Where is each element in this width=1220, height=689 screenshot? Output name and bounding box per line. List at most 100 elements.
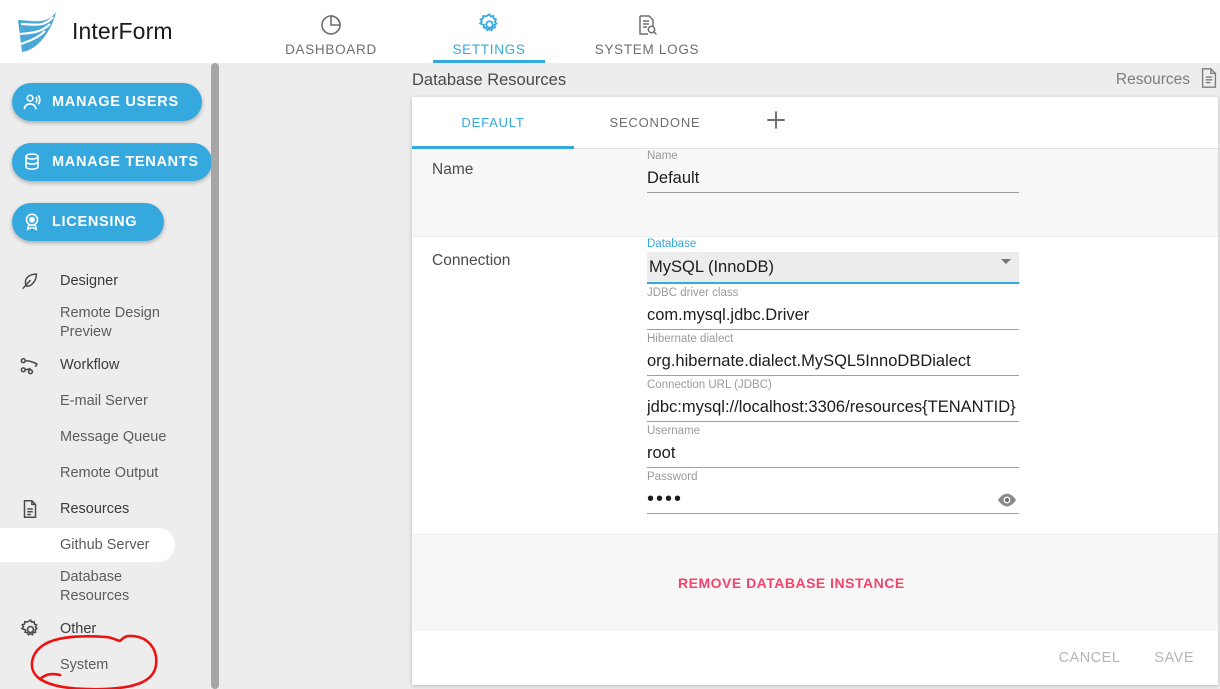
field-jdbc-driver-class[interactable]: JDBC driver class com.mysql.jdbc.Driver	[647, 286, 1019, 330]
gear-icon	[477, 11, 502, 39]
section-name-fields: Name Default	[647, 149, 1019, 236]
sidebar-item-database-resources-label: Database Resources	[60, 569, 130, 604]
sidebar-item-other-label: Other	[60, 621, 97, 637]
sidebar-item-workflow-label: Workflow	[60, 357, 120, 373]
app-root: InterForm DASHBOARD SETTINGS SYSTEM LOGS…	[0, 0, 1220, 689]
field-hibernate-dialect-value[interactable]: org.hibernate.dialect.MySQL5InnoDBDialec…	[647, 347, 1019, 375]
sidebar-item-github-server[interactable]: Github Server	[0, 527, 220, 563]
sidebar-item-workflow[interactable]: Workflow	[0, 347, 220, 383]
page-icon	[0, 498, 60, 520]
sidebar-nav-list: Designer Remote Design Preview Workflow …	[0, 263, 220, 683]
field-password[interactable]: Password ••••	[647, 470, 1019, 514]
tab-settings-label: SETTINGS	[452, 41, 526, 57]
add-tab-button[interactable]	[736, 97, 816, 148]
section-name-label: Name	[432, 161, 474, 178]
remove-database-instance-button[interactable]: REMOVE DATABASE INSTANCE	[678, 575, 905, 591]
licensing-label: LICENSING	[52, 214, 138, 230]
section-connection-fields: Database MySQL (InnoDB) JDBC driver clas…	[647, 237, 1019, 534]
card-footer: CANCEL SAVE	[412, 631, 1218, 684]
brand: InterForm	[12, 8, 252, 56]
field-database[interactable]: Database MySQL (InnoDB)	[647, 237, 1019, 284]
save-button[interactable]: SAVE	[1154, 650, 1194, 666]
card-tab-secondone-label: SECONDONE	[609, 115, 701, 130]
field-name[interactable]: Name Default	[647, 149, 1019, 193]
workflow-icon	[0, 354, 60, 377]
sidebar-item-other[interactable]: Other	[0, 611, 220, 647]
sidebar-item-email-server-label: E-mail Server	[60, 393, 148, 409]
card-tab-default-label: DEFAULT	[461, 115, 525, 130]
section-name: Name Name Default	[412, 149, 1218, 237]
sidebar-item-system[interactable]: System	[0, 647, 220, 683]
field-password-underline	[647, 513, 1019, 514]
chevron-down-icon[interactable]	[1001, 259, 1011, 264]
gear-icon	[0, 618, 60, 641]
section-connection-label: Connection	[432, 252, 511, 269]
sidebar: MANAGE USERS MANAGE TENANTS LICENSING De…	[0, 63, 220, 689]
licensing-button[interactable]: LICENSING	[12, 203, 164, 241]
tab-dashboard-label: DASHBOARD	[285, 41, 377, 57]
sidebar-action-buttons: MANAGE USERS MANAGE TENANTS LICENSING	[0, 63, 220, 241]
tab-dashboard[interactable]: DASHBOARD	[252, 0, 410, 63]
sidebar-item-message-queue[interactable]: Message Queue	[0, 419, 220, 455]
manage-tenants-label: MANAGE TENANTS	[52, 154, 199, 170]
remove-zone: REMOVE DATABASE INSTANCE	[412, 534, 1218, 631]
card-tab-default[interactable]: DEFAULT	[412, 97, 574, 149]
field-database-label: Database	[647, 238, 697, 250]
eye-icon[interactable]	[995, 488, 1019, 517]
field-username-underline	[647, 467, 1019, 468]
top-nav-tabs: DASHBOARD SETTINGS SYSTEM LOGS	[252, 0, 726, 63]
field-connection-url-value[interactable]: jdbc:mysql://localhost:3306/resources{TE…	[647, 393, 1019, 421]
card-tab-bar: DEFAULT SECONDONE	[412, 97, 1218, 149]
sidebar-scrollbar[interactable]	[211, 63, 219, 689]
cancel-button[interactable]: CANCEL	[1059, 650, 1121, 666]
field-database-underline	[647, 282, 1019, 284]
field-hibernate-dialect[interactable]: Hibernate dialect org.hibernate.dialect.…	[647, 332, 1019, 376]
sidebar-item-system-label: System	[60, 657, 109, 673]
tab-system-logs[interactable]: SYSTEM LOGS	[568, 0, 726, 63]
field-password-label: Password	[647, 471, 698, 483]
main-content: Database Resources Resources DEFAULT SEC…	[220, 63, 1220, 689]
sidebar-item-email-server[interactable]: E-mail Server	[0, 383, 220, 419]
section-connection: Connection Database MySQL (InnoDB) JDBC …	[412, 237, 1218, 534]
database-resources-card: DEFAULT SECONDONE Name Name Default Conn…	[412, 97, 1218, 685]
manage-users-label: MANAGE USERS	[52, 94, 179, 110]
document-icon[interactable]	[1198, 66, 1220, 95]
field-name-value[interactable]: Default	[647, 164, 1019, 192]
sidebar-item-remote-output-label: Remote Output	[60, 465, 159, 481]
sidebar-item-designer-label: Designer	[60, 273, 119, 289]
brand-name: InterForm	[72, 18, 173, 44]
field-hibernate-dialect-underline	[647, 375, 1019, 376]
sidebar-scrollbar-thumb[interactable]	[211, 63, 219, 689]
field-password-value[interactable]: ••••	[647, 485, 1019, 513]
card-tab-secondone[interactable]: SECONDONE	[574, 97, 736, 148]
sidebar-item-resources[interactable]: Resources	[0, 491, 220, 527]
field-username[interactable]: Username root	[647, 424, 1019, 468]
sidebar-item-remote-design-preview-label: Remote Design Preview	[60, 305, 160, 340]
top-bar: InterForm DASHBOARD SETTINGS SYSTEM LOGS	[0, 0, 1220, 63]
manage-tenants-button[interactable]: MANAGE TENANTS	[12, 143, 212, 181]
database-icon	[12, 151, 52, 173]
field-name-underline	[647, 192, 1019, 193]
sidebar-item-resources-label: Resources	[60, 501, 130, 517]
badge-icon	[12, 211, 52, 233]
field-jdbc-driver-class-value[interactable]: com.mysql.jdbc.Driver	[647, 301, 1019, 329]
field-username-value[interactable]: root	[647, 439, 1019, 467]
field-connection-url[interactable]: Connection URL (JDBC) jdbc:mysql://local…	[647, 378, 1019, 422]
field-connection-url-label: Connection URL (JDBC)	[647, 379, 772, 391]
field-hibernate-dialect-label: Hibernate dialect	[647, 333, 734, 345]
field-username-label: Username	[647, 425, 701, 437]
field-connection-url-underline	[647, 421, 1019, 422]
field-jdbc-driver-class-underline	[647, 329, 1019, 330]
field-database-value[interactable]: MySQL (InnoDB)	[647, 252, 1019, 282]
users-icon	[12, 91, 52, 114]
tab-settings[interactable]: SETTINGS	[410, 0, 568, 63]
manage-users-button[interactable]: MANAGE USERS	[12, 83, 202, 121]
page-title: Database Resources	[412, 70, 567, 89]
document-search-icon	[635, 11, 659, 39]
interform-fan-logo-icon	[12, 8, 60, 56]
pie-chart-icon	[319, 11, 343, 39]
sidebar-item-designer[interactable]: Designer	[0, 263, 220, 299]
sidebar-item-database-resources[interactable]: Database Resources	[0, 563, 220, 611]
sidebar-item-remote-output[interactable]: Remote Output	[0, 455, 220, 491]
sidebar-item-remote-design-preview[interactable]: Remote Design Preview	[0, 299, 220, 347]
